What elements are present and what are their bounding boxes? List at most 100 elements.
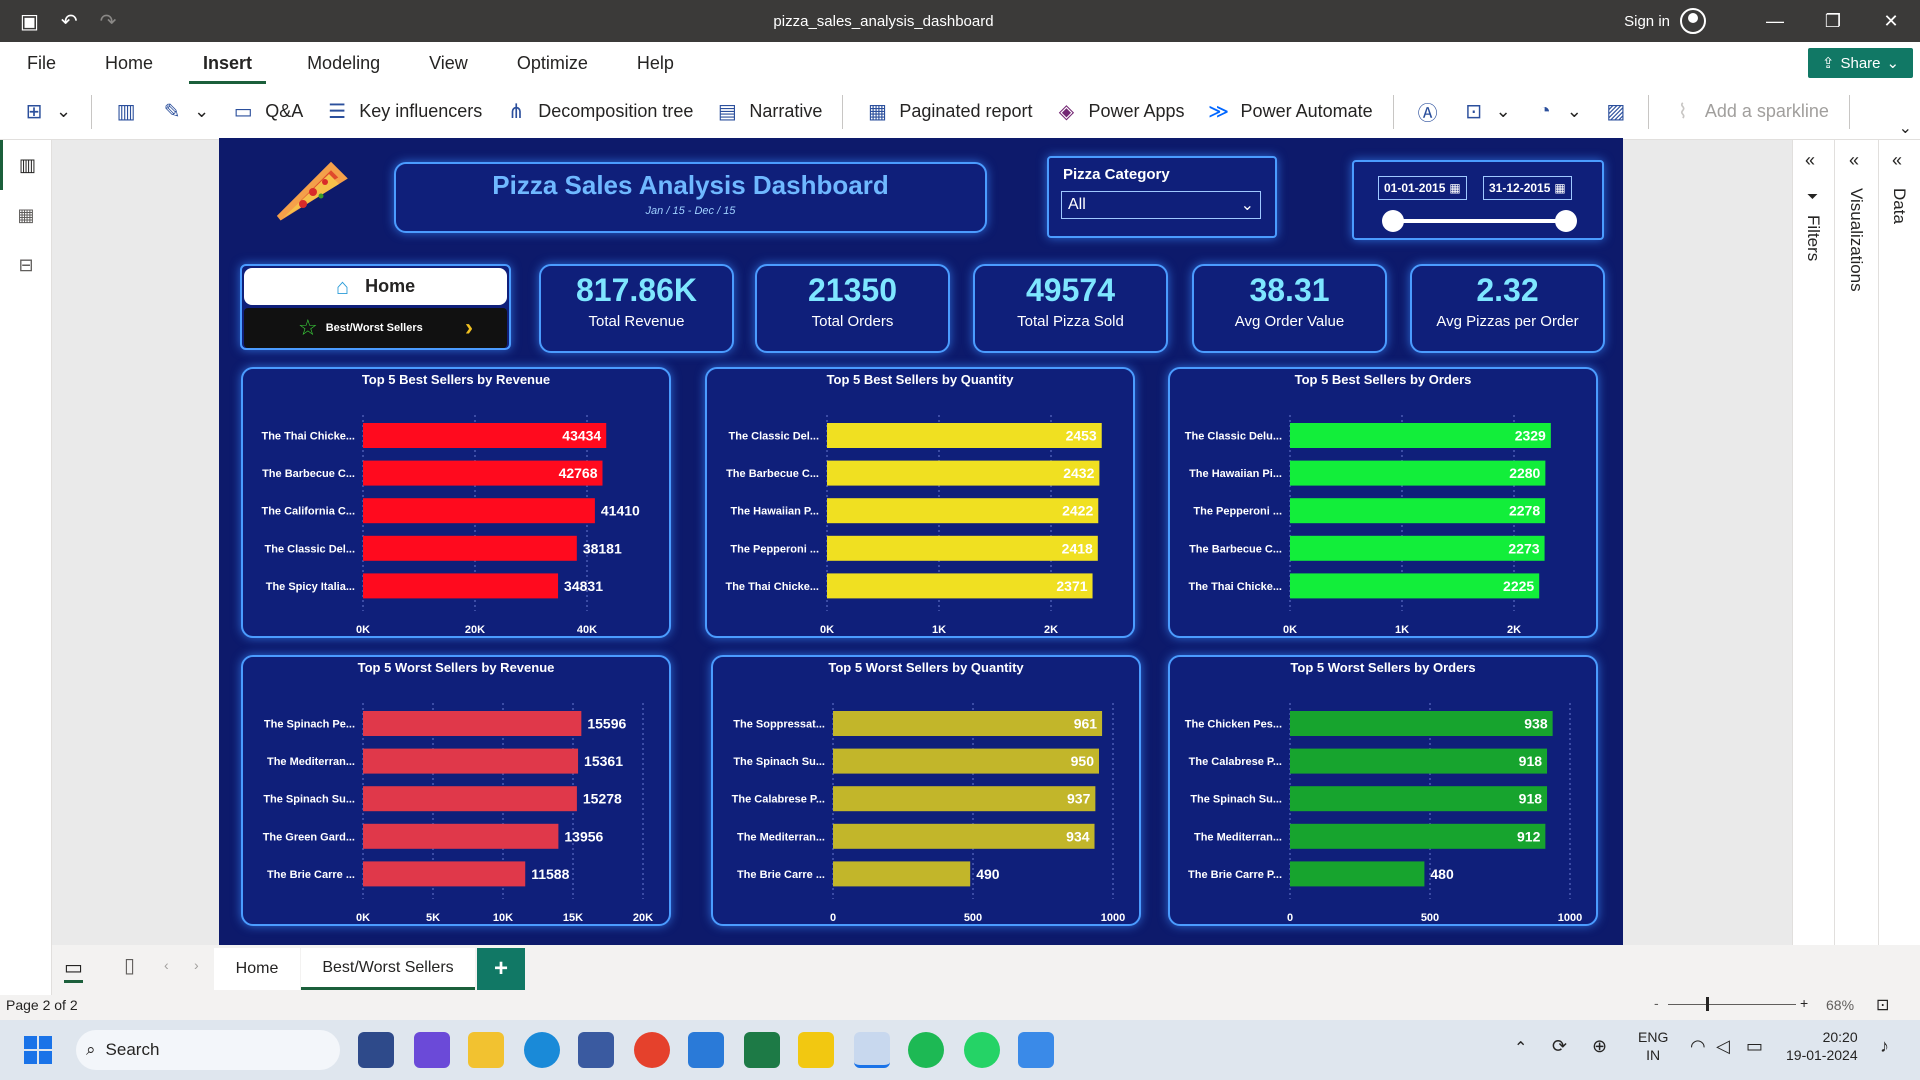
sync-icon[interactable]: ⟳ xyxy=(1552,1036,1567,1057)
menu-modeling[interactable]: Modeling xyxy=(280,42,402,84)
chart-worst-quantity[interactable]: Top 5 Worst Sellers by Quantity 0 500 1000 T… xyxy=(711,655,1141,926)
ribbon-expand-icon[interactable]: ⌄ xyxy=(1899,118,1912,138)
expand-filters-icon[interactable]: « xyxy=(1805,150,1815,171)
add-page-button[interactable]: + xyxy=(477,948,525,990)
menu-view[interactable]: View xyxy=(402,42,490,84)
sign-in-link[interactable]: Sign in xyxy=(1624,13,1670,30)
network-icon[interactable]: ⊕ xyxy=(1592,1036,1607,1057)
kpi-value: 21350 xyxy=(808,272,897,308)
build-visual-button[interactable]: ▥ xyxy=(114,100,138,124)
desktop-layout-icon[interactable]: ▭ xyxy=(64,955,83,983)
restore-button[interactable]: ❐ xyxy=(1804,11,1862,32)
zoom-out-button[interactable]: - xyxy=(1654,995,1659,1011)
edit-chart-icon: ✎ xyxy=(163,101,181,123)
data-label: 2278 xyxy=(1509,503,1540,519)
date-from-input[interactable]: 01-01-2015 ▦ xyxy=(1378,176,1467,200)
minimize-button[interactable]: — xyxy=(1746,11,1804,32)
x-tick-label: 15K xyxy=(563,912,583,924)
chart-best-quantity[interactable]: Top 5 Best Sellers by Quantity 0K 1K 2K The … xyxy=(705,367,1135,638)
date-slider-start-handle[interactable] xyxy=(1382,210,1404,232)
menu-help[interactable]: Help xyxy=(610,42,696,84)
report-view-icon[interactable]: ▥ xyxy=(0,140,52,190)
x-tick-label: 500 xyxy=(1421,912,1439,924)
menu-home[interactable]: Home xyxy=(78,42,175,84)
tab-home[interactable]: Home xyxy=(214,948,300,990)
mobile-layout-icon[interactable]: ▯ xyxy=(124,953,135,978)
copilot-icon[interactable] xyxy=(414,1032,450,1068)
filters-pane[interactable]: « ⏷ Filters xyxy=(1793,140,1835,945)
spotify-icon[interactable] xyxy=(908,1032,944,1068)
date-range-slicer: 01-01-2015 ▦ 31-12-2015 ▦ xyxy=(1352,160,1604,240)
data-pane[interactable]: « Data xyxy=(1879,140,1920,945)
model-view-icon[interactable]: ⊟ xyxy=(0,240,52,290)
chart-worst-orders[interactable]: Top 5 Worst Sellers by Orders 0 500 1000 The… xyxy=(1168,655,1598,926)
start-icon[interactable] xyxy=(24,1036,52,1064)
clock[interactable]: 20:20 19-01-2024 xyxy=(1786,1028,1858,1064)
file-explorer-icon[interactable] xyxy=(468,1032,504,1068)
date-slider-end-handle[interactable] xyxy=(1555,210,1577,232)
app-icon[interactable] xyxy=(578,1032,614,1068)
share-button[interactable]: ⇪ Share ⌄ xyxy=(1808,48,1913,78)
chart-worst-revenue[interactable]: Top 5 Worst Sellers by Revenue 0K 5K 10K 15K… xyxy=(241,655,671,926)
edge-icon[interactable] xyxy=(524,1032,560,1068)
notification-bell-icon[interactable]: ♪ xyxy=(1880,1036,1889,1057)
category-label: The Spinach Su... xyxy=(733,756,825,768)
chrome-icon[interactable] xyxy=(634,1032,670,1068)
home-icon: ⌂ xyxy=(335,273,350,299)
visualizations-pane[interactable]: « Visualizations xyxy=(1835,140,1879,945)
x-tick-label: 1K xyxy=(1395,624,1409,636)
paginated-report-button[interactable]: ▦ Paginated report xyxy=(865,100,1033,124)
bar xyxy=(363,861,526,887)
table-view-icon[interactable]: ▦ xyxy=(0,190,52,240)
new-visual-button[interactable]: ⊞ ⌄ xyxy=(22,100,71,124)
decomposition-tree-button[interactable]: ⋔ Decomposition tree xyxy=(504,100,693,124)
language-indicator[interactable]: ENG IN xyxy=(1638,1028,1668,1064)
power-bi-icon[interactable] xyxy=(798,1032,834,1068)
power-apps-button[interactable]: ◈ Power Apps xyxy=(1054,100,1185,124)
chevron-up-icon[interactable]: ⌃ xyxy=(1514,1038,1527,1058)
nav-home-button[interactable]: ⌂ Home xyxy=(244,268,507,305)
menu-file[interactable]: File xyxy=(0,42,78,84)
menu-insert[interactable]: Insert xyxy=(189,42,267,84)
account-icon[interactable] xyxy=(1680,8,1706,34)
wifi-icon[interactable]: ◠ xyxy=(1690,1036,1706,1057)
snipping-tool-icon[interactable] xyxy=(854,1032,890,1068)
vscode-icon[interactable] xyxy=(688,1032,724,1068)
widgets-icon[interactable] xyxy=(358,1032,394,1068)
zoom-slider-handle[interactable] xyxy=(1706,997,1709,1011)
photos-icon[interactable] xyxy=(1018,1032,1054,1068)
menu-bar: File Home Insert Modeling View Optimize … xyxy=(0,42,1920,84)
power-automate-button[interactable]: ≫ Power Automate xyxy=(1207,100,1373,124)
zoom-in-button[interactable]: + xyxy=(1800,995,1808,1011)
chart-best-orders[interactable]: Top 5 Best Sellers by Orders 0K 1K 2K The Cl… xyxy=(1168,367,1598,638)
add-sparkline-button[interactable]: ⌇ Add a sparkline xyxy=(1671,100,1829,124)
battery-icon[interactable]: ▭ xyxy=(1746,1036,1763,1057)
next-page-icon[interactable]: › xyxy=(194,957,199,973)
chevron-down-icon: ⌄ xyxy=(1240,197,1254,214)
previous-page-icon[interactable]: ‹ xyxy=(164,957,169,973)
expand-visualizations-icon[interactable]: « xyxy=(1849,150,1859,171)
buttons-button[interactable]: ⊡ ⌄ xyxy=(1462,100,1510,124)
tab-best-worst-sellers[interactable]: Best/Worst Sellers xyxy=(301,948,475,990)
excel-icon[interactable] xyxy=(744,1032,780,1068)
chart-best-revenue[interactable]: Top 5 Best Sellers by Revenue 0K 20K 40K The… xyxy=(241,367,671,638)
expand-data-icon[interactable]: « xyxy=(1892,150,1902,171)
fit-to-page-icon[interactable]: ⊡ xyxy=(1876,995,1889,1015)
category-slicer: Pizza Category All ⌄ xyxy=(1047,156,1277,238)
more-visuals-button[interactable]: ✎ ⌄ xyxy=(160,100,209,124)
category-dropdown[interactable]: All ⌄ xyxy=(1061,191,1261,219)
volume-icon[interactable]: ◁ xyxy=(1716,1036,1730,1057)
whatsapp-icon[interactable] xyxy=(964,1032,1000,1068)
image-button[interactable]: ▨ xyxy=(1604,100,1628,124)
nav-best-worst-button[interactable]: ☆ Best/Worst Sellers › xyxy=(244,308,507,348)
narrative-button[interactable]: ▤ Narrative xyxy=(715,100,822,124)
zoom-slider[interactable] xyxy=(1668,1004,1796,1005)
date-to-input[interactable]: 31-12-2015 ▦ xyxy=(1483,176,1572,200)
menu-optimize[interactable]: Optimize xyxy=(490,42,610,84)
key-influencers-button[interactable]: ☰ Key influencers xyxy=(325,100,482,124)
shapes-button[interactable]: ◔ ⌄ xyxy=(1533,100,1582,124)
close-button[interactable]: ✕ xyxy=(1862,11,1920,32)
text-box-button[interactable]: Ⓐ xyxy=(1416,100,1440,125)
taskbar-search[interactable]: ⌕ Search xyxy=(76,1030,340,1070)
qa-button[interactable]: ▭ Q&A xyxy=(231,100,303,124)
